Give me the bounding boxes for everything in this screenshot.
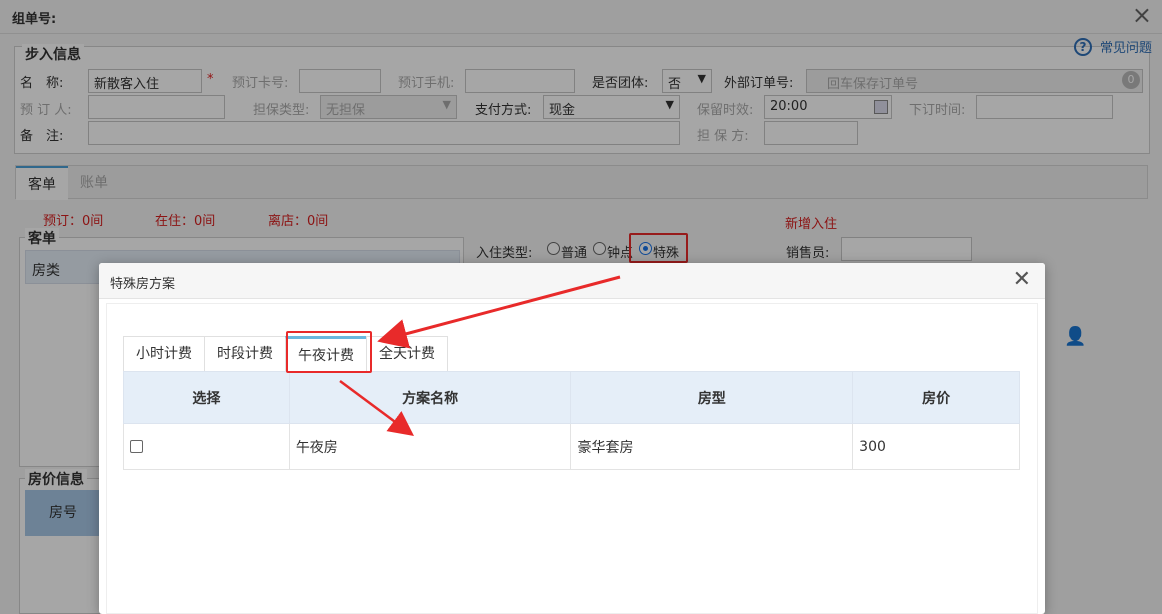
arrow-to-midnight-tab: [377, 275, 621, 349]
arrow-to-plan-row: [339, 379, 415, 436]
annotation-arrows: [339, 275, 621, 436]
